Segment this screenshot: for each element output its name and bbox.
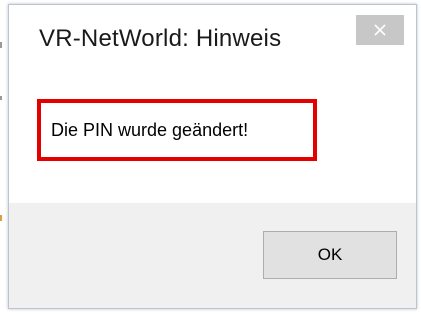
message-dialog: VR-NetWorld: Hinweis Die PIN wurde geänd…: [8, 4, 417, 309]
background-window-edge: [0, 96, 2, 100]
desktop: VR-NetWorld: Hinweis Die PIN wurde geänd…: [0, 0, 421, 314]
background-window-edge: [0, 215, 2, 221]
background-window-edge: [0, 42, 2, 48]
close-icon: [373, 23, 387, 37]
dialog-titlebar[interactable]: VR-NetWorld: Hinweis: [9, 5, 416, 63]
dialog-title: VR-NetWorld: Hinweis: [39, 25, 282, 52]
ok-button[interactable]: OK: [263, 231, 397, 279]
dialog-content: Die PIN wurde geändert!: [9, 63, 416, 203]
dialog-footer: OK: [9, 203, 416, 308]
close-button[interactable]: [356, 15, 404, 45]
message-highlight-box: Die PIN wurde geändert!: [37, 99, 317, 161]
dialog-message: Die PIN wurde geändert!: [51, 119, 249, 140]
